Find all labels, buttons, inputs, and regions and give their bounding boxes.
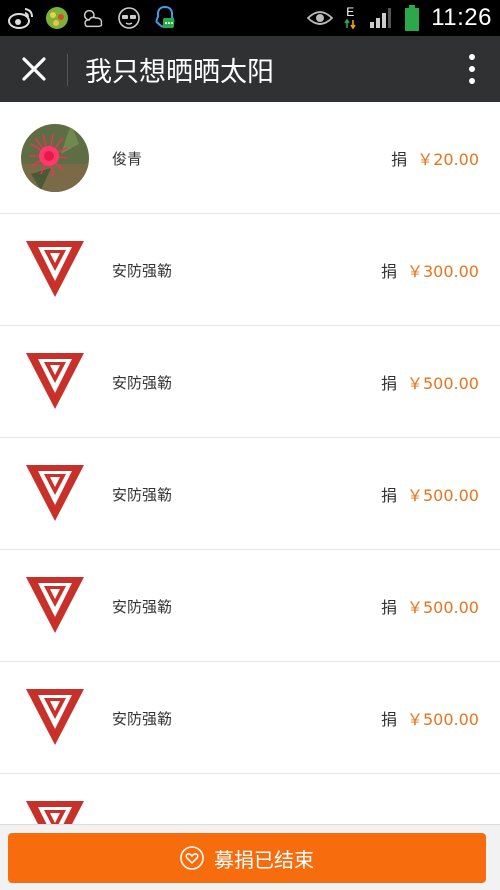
heart-icon: [180, 846, 204, 870]
close-icon[interactable]: [18, 53, 50, 85]
donor-row[interactable]: 安防强簕 捐 ￥500.00: [0, 326, 500, 438]
status-bar-left: [8, 5, 178, 31]
donor-name: 安防强簕: [112, 710, 173, 728]
footer-bar: 募捐已结束: [0, 824, 500, 890]
donor-row[interactable]: 安防强簕 捐 ￥500.00: [0, 550, 500, 662]
eye-icon: [307, 6, 334, 30]
donation-label: 捐: [380, 598, 397, 617]
qq-icon: [152, 5, 178, 30]
red-v-logo: [24, 463, 86, 523]
donation-label: 捐: [380, 262, 397, 281]
donation-info: 捐 ￥500.00: [381, 370, 479, 394]
donor-row[interactable]: 安防强簕 捐 ￥500.00: [0, 662, 500, 774]
donor-row[interactable]: [0, 774, 500, 824]
red-v-logo: [24, 351, 86, 411]
donor-name: 俊青: [112, 150, 143, 168]
donation-label: 捐: [380, 710, 397, 729]
game-icon: [44, 6, 70, 30]
donor-list[interactable]: 俊青 捐 ￥20.00 安防强簕 捐 ￥300.00 安防强簕 捐 ￥500.0…: [0, 102, 500, 824]
page-title: 我只想晒晒太阳: [85, 57, 274, 88]
donation-amount: ￥500.00: [407, 374, 479, 393]
battery-icon: [403, 5, 421, 31]
red-v-logo: [24, 799, 86, 824]
donation-info: 捐 ￥500.00: [381, 482, 479, 506]
donation-amount: ￥500.00: [407, 486, 479, 505]
donation-info: 捐 ￥300.00: [381, 258, 479, 282]
donation-label: 捐: [391, 150, 408, 169]
status-bar: E 11:26: [0, 0, 500, 36]
data-arrows-icon: E: [343, 6, 357, 30]
donation-amount: ￥20.00: [417, 150, 479, 169]
donor-row[interactable]: 安防强簕 捐 ￥300.00: [0, 214, 500, 326]
fundraising-ended-button[interactable]: 募捐已结束: [8, 833, 486, 883]
donation-amount: ￥500.00: [407, 598, 479, 617]
app-bar-divider: [67, 54, 68, 86]
donor-name: 安防强簕: [112, 374, 173, 392]
weibo-icon: [8, 6, 34, 30]
signal-icon: [367, 6, 393, 30]
donor-name: 安防强簕: [112, 262, 173, 280]
donation-amount: ￥300.00: [407, 262, 479, 281]
more-menu-icon[interactable]: [468, 52, 476, 86]
donation-info: 捐 ￥500.00: [381, 594, 479, 618]
donor-name: 安防强簕: [112, 598, 173, 616]
donation-info: 捐 ￥500.00: [381, 706, 479, 730]
red-v-logo: [24, 239, 86, 299]
donation-label: 捐: [380, 374, 397, 393]
clock: 11:26: [431, 4, 492, 31]
donor-name: 安防强簕: [112, 486, 173, 504]
donation-info: 捐 ￥20.00: [391, 146, 479, 170]
app-bar: 我只想晒晒太阳: [0, 36, 500, 102]
status-bar-right: E 11:26: [307, 4, 492, 32]
donation-amount: ￥500.00: [407, 710, 479, 729]
fundraising-ended-label: 募捐已结束: [214, 847, 314, 872]
red-v-logo: [24, 575, 86, 635]
red-v-logo: [24, 687, 86, 747]
flower-avatar: [21, 124, 89, 192]
donation-label: 捐: [380, 486, 397, 505]
network-type-label: E: [346, 5, 355, 19]
glasses-icon: [116, 6, 142, 30]
weather-icon: [80, 6, 106, 30]
donor-row[interactable]: 俊青 捐 ￥20.00: [0, 102, 500, 214]
donor-row[interactable]: 安防强簕 捐 ￥500.00: [0, 438, 500, 550]
